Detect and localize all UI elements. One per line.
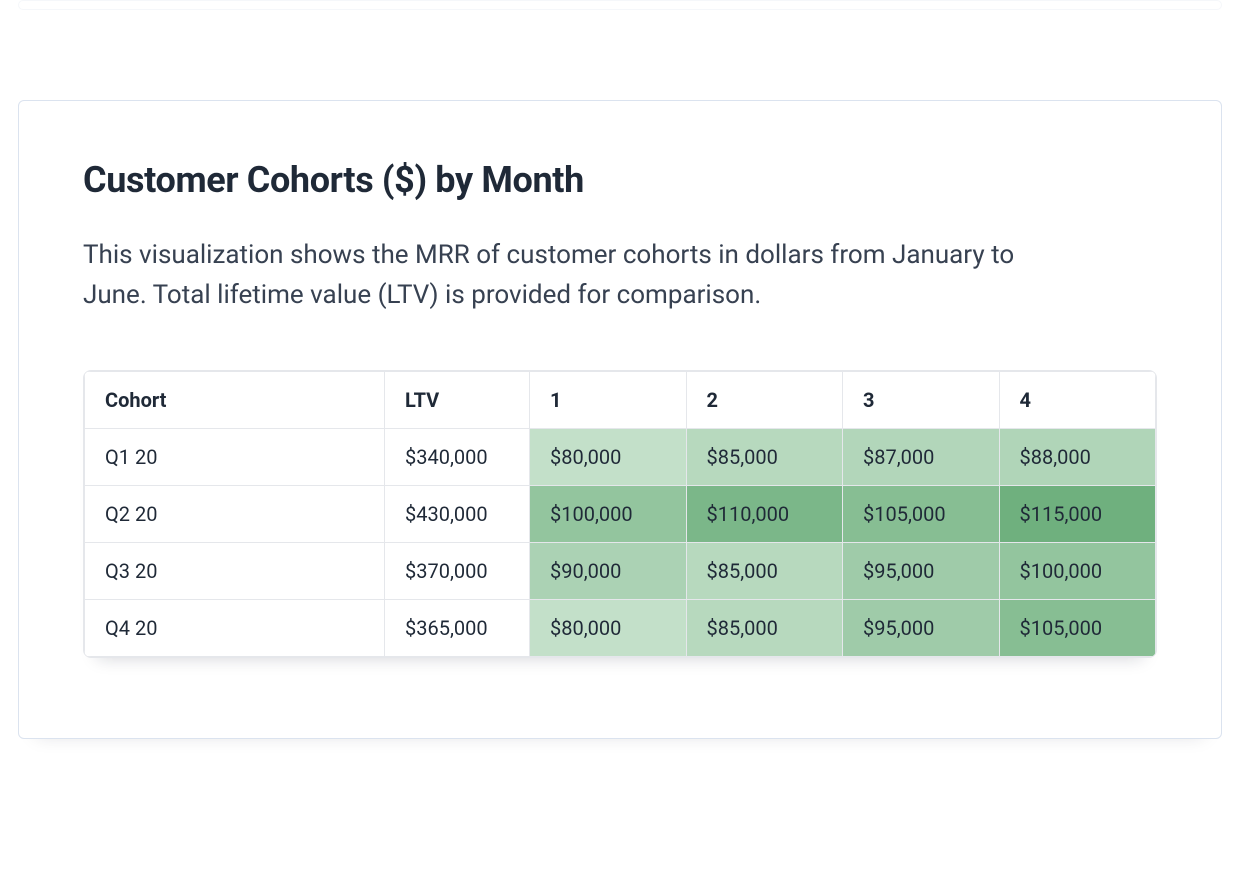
table-header: Cohort LTV 1 2 3 4 [85,371,1156,428]
table-body: Q1 20$340,000$80,000$85,000$87,000$88,00… [85,428,1156,656]
table-row: Q2 20$430,000$100,000$110,000$105,000$11… [85,485,1156,542]
col-header-cohort: Cohort [85,371,385,428]
cell-month: $95,000 [843,542,1000,599]
cell-month: $85,000 [686,542,843,599]
cell-cohort: Q3 20 [85,542,385,599]
cell-cohort: Q4 20 [85,599,385,656]
cell-month: $105,000 [999,599,1156,656]
cell-month: $105,000 [843,485,1000,542]
table-row: Q4 20$365,000$80,000$85,000$95,000$105,0… [85,599,1156,656]
cohort-table: Cohort LTV 1 2 3 4 Q1 20$340,000$80,000$… [84,371,1156,657]
cell-cohort: Q2 20 [85,485,385,542]
cell-month: $90,000 [530,542,687,599]
cell-month: $95,000 [843,599,1000,656]
cell-cohort: Q1 20 [85,428,385,485]
top-divider [18,0,1222,10]
cell-month: $85,000 [686,428,843,485]
cell-month: $87,000 [843,428,1000,485]
table-row: Q1 20$340,000$80,000$85,000$87,000$88,00… [85,428,1156,485]
col-header-month-2: 2 [686,371,843,428]
cell-month: $110,000 [686,485,843,542]
cohort-table-wrap: Cohort LTV 1 2 3 4 Q1 20$340,000$80,000$… [83,370,1157,658]
cell-month: $80,000 [530,599,687,656]
card-title: Customer Cohorts ($) by Month [83,159,1157,201]
cell-month: $80,000 [530,428,687,485]
cell-ltv: $365,000 [385,599,530,656]
cell-ltv: $340,000 [385,428,530,485]
table-row: Q3 20$370,000$90,000$85,000$95,000$100,0… [85,542,1156,599]
cell-month: $100,000 [530,485,687,542]
cohort-card: Customer Cohorts ($) by Month This visua… [18,100,1222,739]
cell-ltv: $430,000 [385,485,530,542]
cell-month: $115,000 [999,485,1156,542]
card-description: This visualization shows the MRR of cust… [83,235,1083,316]
cell-month: $85,000 [686,599,843,656]
col-header-ltv: LTV [385,371,530,428]
col-header-month-4: 4 [999,371,1156,428]
cell-month: $88,000 [999,428,1156,485]
cell-month: $100,000 [999,542,1156,599]
col-header-month-3: 3 [843,371,1000,428]
col-header-month-1: 1 [530,371,687,428]
cell-ltv: $370,000 [385,542,530,599]
